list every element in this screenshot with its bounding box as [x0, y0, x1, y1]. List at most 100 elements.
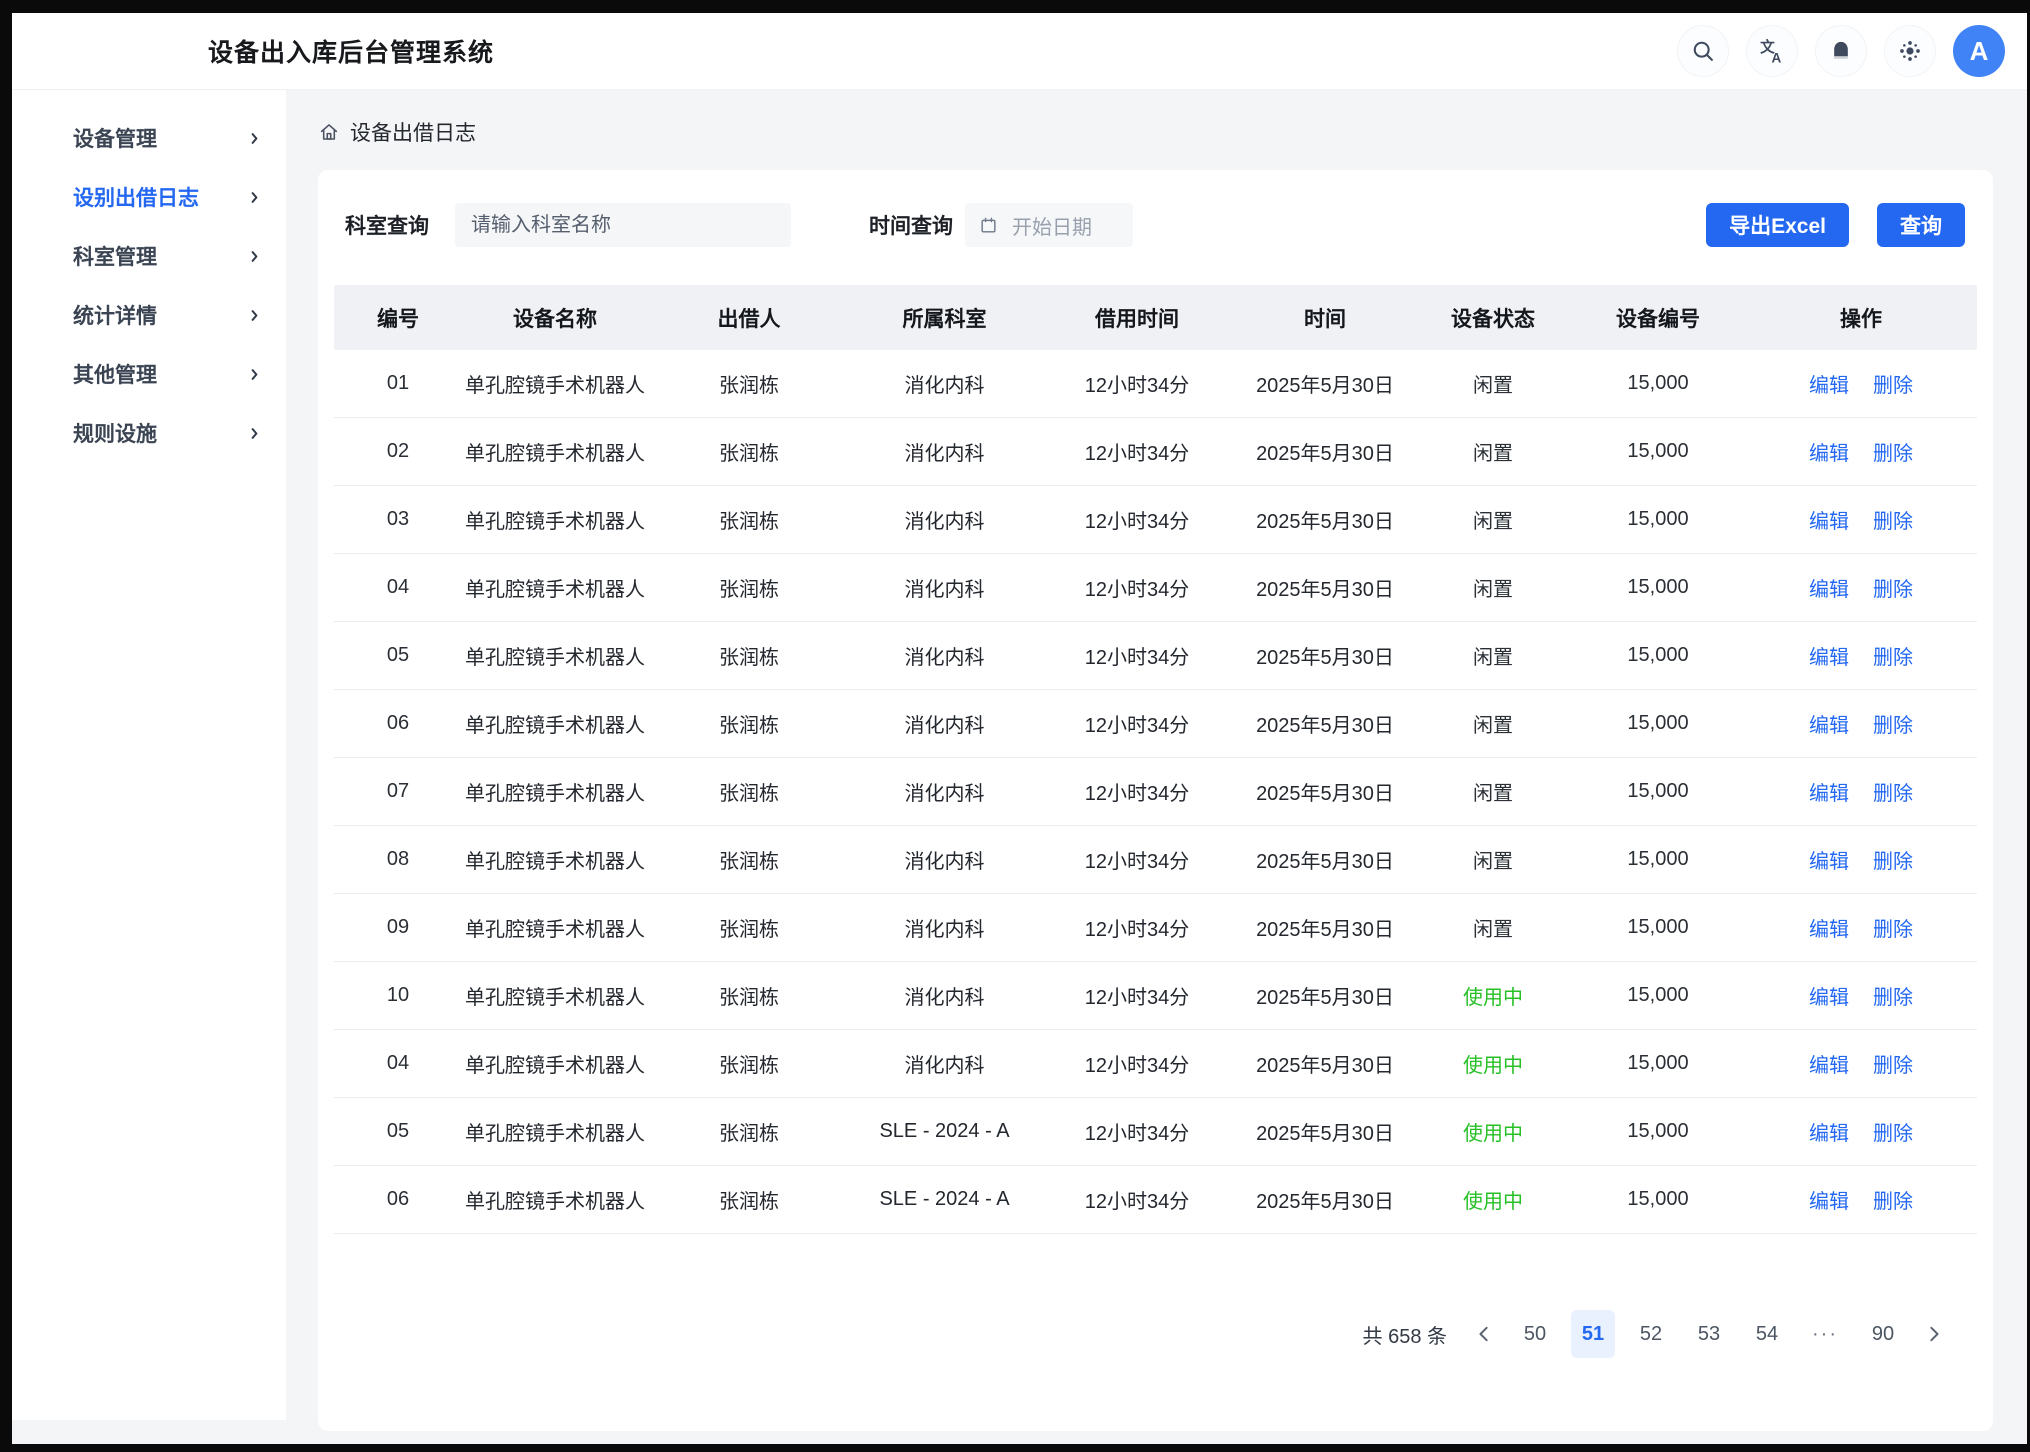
row-actions: 编辑删除 [1745, 369, 1977, 398]
prev-page-button[interactable] [1469, 1310, 1499, 1358]
delete-link[interactable]: 删除 [1873, 709, 1913, 738]
sidebar-item-label: 规则设施 [73, 418, 157, 448]
search-button[interactable] [1677, 25, 1729, 77]
borrow-date: 2025年5月30日 [1235, 369, 1415, 398]
device-code: 15,000 [1571, 712, 1745, 735]
department: 消化内科 [850, 845, 1039, 874]
start-date-picker[interactable]: 开始日期 [965, 203, 1133, 247]
sidebar-item-label: 设备管理 [73, 123, 157, 153]
user-avatar[interactable]: A [1953, 25, 2005, 77]
page-button-90[interactable]: 90 [1861, 1310, 1905, 1358]
status-badge: 闲置 [1415, 573, 1571, 602]
pagination-ellipsis[interactable]: ··· [1803, 1310, 1847, 1358]
row-actions: 编辑删除 [1745, 573, 1977, 602]
department: 消化内科 [850, 777, 1039, 806]
lender-name: 张润栋 [648, 845, 850, 874]
delete-link[interactable]: 删除 [1873, 1049, 1913, 1078]
page-button-53[interactable]: 53 [1687, 1310, 1731, 1358]
edit-link[interactable]: 编辑 [1809, 709, 1849, 738]
theme-button[interactable] [1884, 25, 1936, 77]
borrow-duration: 12小时34分 [1039, 981, 1235, 1010]
sidebar-item-规则设施[interactable]: 规则设施 [12, 409, 286, 457]
column-header: 操作 [1745, 303, 1977, 333]
department: 消化内科 [850, 573, 1039, 602]
delete-link[interactable]: 删除 [1873, 913, 1913, 942]
query-button[interactable]: 查询 [1877, 203, 1965, 247]
device-name: 单孔腔镜手术机器人 [462, 641, 648, 670]
device-code: 15,000 [1571, 1188, 1745, 1211]
row-number: 06 [334, 1188, 462, 1211]
edit-link[interactable]: 编辑 [1809, 573, 1849, 602]
column-header: 设备编号 [1571, 303, 1745, 333]
lender-name: 张润栋 [648, 1185, 850, 1214]
filter-bar: 科室查询 时间查询 开始日期 导出Excel 查询 [345, 203, 1965, 247]
department: 消化内科 [850, 505, 1039, 534]
edit-link[interactable]: 编辑 [1809, 845, 1849, 874]
edit-link[interactable]: 编辑 [1809, 913, 1849, 942]
notification-button[interactable] [1815, 25, 1867, 77]
status-badge: 闲置 [1415, 505, 1571, 534]
device-code: 15,000 [1571, 644, 1745, 667]
row-number: 05 [334, 1120, 462, 1143]
delete-link[interactable]: 删除 [1873, 981, 1913, 1010]
status-badge: 闲置 [1415, 369, 1571, 398]
edit-link[interactable]: 编辑 [1809, 1185, 1849, 1214]
dept-search-input[interactable] [455, 203, 791, 247]
edit-link[interactable]: 编辑 [1809, 1117, 1849, 1146]
pagination-pages: 50 51 52 53 54 ··· 90 [1513, 1310, 1905, 1358]
edit-link[interactable]: 编辑 [1809, 505, 1849, 534]
borrow-duration: 12小时34分 [1039, 845, 1235, 874]
page-button-51[interactable]: 51 [1571, 1310, 1615, 1358]
table-row: 03单孔腔镜手术机器人张润栋消化内科12小时34分2025年5月30日闲置15,… [334, 486, 1977, 554]
page-button-52[interactable]: 52 [1629, 1310, 1673, 1358]
edit-link[interactable]: 编辑 [1809, 1049, 1849, 1078]
page-button-50[interactable]: 50 [1513, 1310, 1557, 1358]
edit-link[interactable]: 编辑 [1809, 777, 1849, 806]
lender-name: 张润栋 [648, 1049, 850, 1078]
delete-link[interactable]: 删除 [1873, 437, 1913, 466]
table-row: 06单孔腔镜手术机器人张润栋SLE - 2024 - A12小时34分2025年… [334, 1166, 1977, 1234]
edit-link[interactable]: 编辑 [1809, 641, 1849, 670]
table-row: 10单孔腔镜手术机器人张润栋消化内科12小时34分2025年5月30日使用中15… [334, 962, 1977, 1030]
delete-link[interactable]: 删除 [1873, 641, 1913, 670]
lender-name: 张润栋 [648, 505, 850, 534]
sidebar-item-科室管理[interactable]: 科室管理 [12, 232, 286, 280]
lender-name: 张润栋 [648, 437, 850, 466]
sidebar-item-设备管理[interactable]: 设备管理 [12, 114, 286, 162]
calendar-icon [979, 216, 998, 235]
department: 消化内科 [850, 981, 1039, 1010]
table-row: 04单孔腔镜手术机器人张润栋消化内科12小时34分2025年5月30日使用中15… [334, 1030, 1977, 1098]
borrow-duration: 12小时34分 [1039, 641, 1235, 670]
delete-link[interactable]: 删除 [1873, 845, 1913, 874]
status-badge: 闲置 [1415, 709, 1571, 738]
edit-link[interactable]: 编辑 [1809, 369, 1849, 398]
device-code: 15,000 [1571, 1052, 1745, 1075]
delete-link[interactable]: 删除 [1873, 573, 1913, 602]
chevron-right-icon [247, 131, 262, 146]
delete-link[interactable]: 删除 [1873, 505, 1913, 534]
row-number: 03 [334, 508, 462, 531]
status-badge: 闲置 [1415, 777, 1571, 806]
sidebar-item-设别出借日志[interactable]: 设别出借日志 [12, 173, 286, 221]
delete-link[interactable]: 删除 [1873, 777, 1913, 806]
sidebar-item-label: 科室管理 [73, 241, 157, 271]
row-number: 08 [334, 848, 462, 871]
language-button[interactable]: 文 A [1746, 25, 1798, 77]
page-button-54[interactable]: 54 [1745, 1310, 1789, 1358]
sidebar-item-其他管理[interactable]: 其他管理 [12, 350, 286, 398]
delete-link[interactable]: 删除 [1873, 1117, 1913, 1146]
lender-name: 张润栋 [648, 709, 850, 738]
sidebar-item-统计详情[interactable]: 统计详情 [12, 291, 286, 339]
table-row: 06单孔腔镜手术机器人张润栋消化内科12小时34分2025年5月30日闲置15,… [334, 690, 1977, 758]
row-number: 07 [334, 780, 462, 803]
edit-link[interactable]: 编辑 [1809, 437, 1849, 466]
device-code: 15,000 [1571, 372, 1745, 395]
delete-link[interactable]: 删除 [1873, 1185, 1913, 1214]
department: 消化内科 [850, 913, 1039, 942]
export-excel-button[interactable]: 导出Excel [1706, 203, 1849, 247]
row-actions: 编辑删除 [1745, 777, 1977, 806]
next-page-button[interactable] [1919, 1310, 1949, 1358]
device-name: 单孔腔镜手术机器人 [462, 1049, 648, 1078]
delete-link[interactable]: 删除 [1873, 369, 1913, 398]
edit-link[interactable]: 编辑 [1809, 981, 1849, 1010]
